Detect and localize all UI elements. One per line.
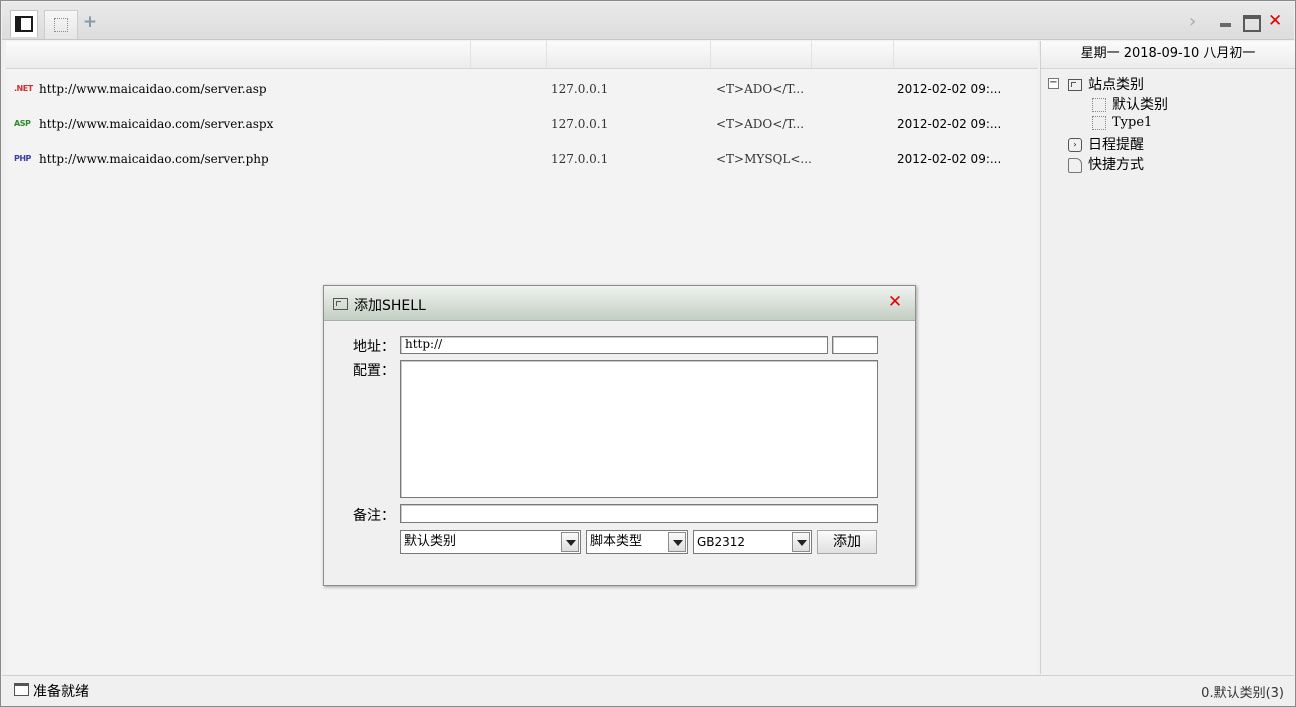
dialog-title: 添加SHELL <box>354 298 426 314</box>
tree-item-shortcuts[interactable]: 快捷方式 <box>1068 154 1144 174</box>
collapse-toggle[interactable]: − <box>1048 78 1059 89</box>
shell-ip: 127.0.0.1 <box>551 152 609 166</box>
blank-page-icon <box>1092 115 1106 130</box>
shell-config: <T>MYSQL<... <box>716 152 812 166</box>
tree-item-default-category[interactable]: 默认类别 <box>1092 94 1168 114</box>
header-col-time[interactable] <box>894 41 1037 68</box>
note-input[interactable] <box>400 504 878 523</box>
add-button[interactable]: 添加 <box>817 530 877 554</box>
address-input[interactable]: http:// <box>400 336 828 354</box>
script-type-select[interactable]: 脚本类型 <box>586 530 688 554</box>
shell-datetime: 2012-02-02 09:... <box>897 82 1002 96</box>
dialog-titlebar[interactable]: 添加SHELL ✕ <box>324 286 915 321</box>
shell-url: http://www.maicaidao.com/server.php <box>39 152 269 166</box>
tab-shell-list[interactable] <box>10 10 38 37</box>
header-col-url[interactable] <box>6 41 471 68</box>
header-col-config[interactable] <box>547 41 711 68</box>
category-count: 0.默认类别(3) <box>1201 686 1284 701</box>
table-row[interactable]: .NET http://www.maicaidao.com/server.asp… <box>6 79 1038 101</box>
shell-url: http://www.maicaidao.com/server.aspx <box>39 117 274 131</box>
note-label: 备注： <box>353 508 395 524</box>
list-header <box>6 41 1038 69</box>
tab-blank[interactable] <box>44 10 78 39</box>
address-label: 地址： <box>353 339 395 355</box>
window-icon <box>1068 79 1082 91</box>
tab-bar: + › ✕ <box>2 2 1294 40</box>
close-icon[interactable]: ✕ <box>886 293 904 311</box>
window-icon <box>333 298 348 310</box>
shell-ip: 127.0.0.1 <box>551 82 609 96</box>
shell-datetime: 2012-02-02 09:... <box>897 117 1002 131</box>
header-col-ip[interactable] <box>471 41 547 68</box>
blank-page-icon <box>54 18 68 32</box>
tree-item-label: 站点类别 <box>1088 77 1144 93</box>
chevron-down-icon[interactable] <box>561 532 579 552</box>
window-icon <box>14 683 29 696</box>
tree-item-label: 默认类别 <box>1112 97 1168 113</box>
category-sidebar: 星期一 2018-09-10 八月初一 − 站点类别 默认类别 Type1 › 日… <box>1040 41 1295 674</box>
shell-url: http://www.maicaidao.com/server.asp <box>39 82 267 96</box>
hand-icon <box>1068 157 1082 173</box>
tree-item-type1[interactable]: Type1 <box>1092 115 1152 130</box>
schedule-icon: › <box>1068 138 1082 152</box>
shell-config: <T>ADO</T... <box>716 82 805 96</box>
status-bar: 准备就绪 0.默认类别(3) <box>2 675 1294 706</box>
config-label: 配置： <box>353 363 395 379</box>
tree-item-site-category[interactable]: 站点类别 <box>1068 74 1144 94</box>
shell-config: <T>ADO</T... <box>716 117 805 131</box>
tree-item-label: 日程提醒 <box>1088 137 1144 153</box>
minimize-button[interactable] <box>1218 13 1234 31</box>
close-window-button[interactable]: ✕ <box>1268 13 1286 31</box>
category-select-value: 默认类别 <box>404 534 457 549</box>
header-col-extra[interactable] <box>711 41 812 68</box>
header-col-blank[interactable] <box>812 41 894 68</box>
status-text: 准备就绪 <box>33 684 89 700</box>
table-row[interactable]: ASP http://www.maicaidao.com/server.aspx… <box>6 114 1038 136</box>
dotnet-file-icon: .NET <box>14 84 33 93</box>
category-select[interactable]: 默认类别 <box>400 530 581 554</box>
tree-item-label: Type1 <box>1112 115 1153 130</box>
shell-datetime: 2012-02-02 09:... <box>897 152 1002 166</box>
encoding-value: GB2312 <box>697 535 746 549</box>
shell-ip: 127.0.0.1 <box>551 117 609 131</box>
panel-icon <box>15 16 33 32</box>
script-type-value: 脚本类型 <box>590 534 643 549</box>
blank-page-icon <box>1092 98 1106 112</box>
php-file-icon: PHP <box>14 154 31 163</box>
config-textarea[interactable] <box>400 360 878 498</box>
chevron-down-icon[interactable] <box>668 532 686 552</box>
table-row[interactable]: PHP http://www.maicaidao.com/server.php … <box>6 149 1038 171</box>
add-shell-dialog: 添加SHELL ✕ 地址： http:// 配置： 备注： 默认类别 脚本类型 … <box>323 285 916 586</box>
chevron-down-icon[interactable] <box>792 532 810 552</box>
password-input[interactable] <box>832 336 878 354</box>
tree-item-schedule[interactable]: › 日程提醒 <box>1068 134 1144 154</box>
add-tab-button[interactable]: + <box>82 14 98 31</box>
maximize-button[interactable] <box>1243 13 1261 32</box>
tree-item-label: 快捷方式 <box>1088 157 1144 173</box>
chevron-right-icon[interactable]: › <box>1189 13 1205 31</box>
asp-file-icon: ASP <box>14 119 31 128</box>
encoding-select[interactable]: GB2312 <box>693 530 812 554</box>
date-display: 星期一 2018-09-10 八月初一 <box>1041 41 1295 69</box>
